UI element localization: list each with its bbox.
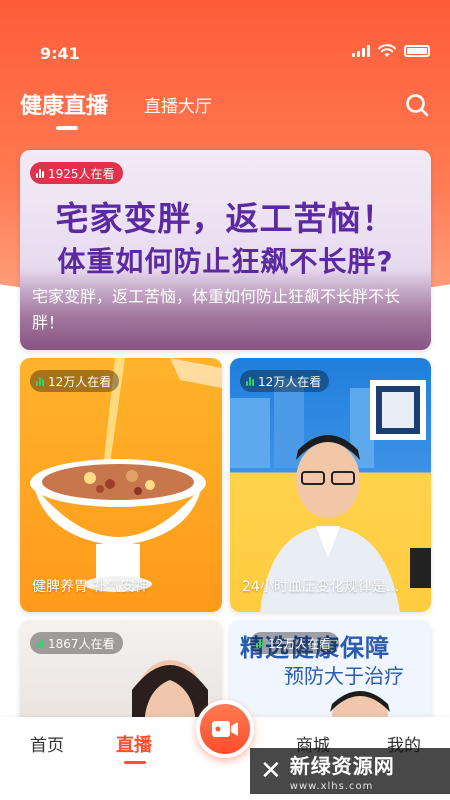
viewer-badge: 12万人在看 (250, 632, 340, 654)
nav-live[interactable]: 直播 (116, 731, 152, 764)
watermark: ✕ 新绿资源网 www.xlhs.com (250, 748, 450, 794)
viewer-badge: 1925人在看 (30, 162, 123, 184)
wifi-icon (378, 44, 396, 57)
bar-chart-icon (256, 638, 264, 648)
featured-caption: 宅家变胖，返工苦恼，体重如何防止狂飙不长胖不长胖！ (32, 287, 401, 332)
tab-live-hall[interactable]: 直播大厅 (144, 92, 212, 120)
doctor-image (230, 378, 431, 612)
live-card-4[interactable]: 精选健康保障 预防大于治疗 12万人在看 (230, 620, 431, 730)
watermark-main: 新绿资源网 (289, 754, 395, 778)
watermark-sub: www.xlhs.com (289, 781, 374, 792)
viewer-count: 12万人在看 (268, 636, 332, 651)
viewer-badge: 1867人在看 (30, 632, 123, 654)
viewer-count: 1925人在看 (48, 166, 115, 181)
bar-chart-icon (36, 638, 44, 648)
status-time: 9:41 (40, 44, 80, 63)
bar-chart-icon (36, 376, 44, 386)
tab-health-live[interactable]: 健康直播 (20, 88, 108, 130)
bar-chart-icon (246, 376, 254, 386)
live-card-2[interactable]: 12万人在看 24小时血压变化规律是... (230, 358, 431, 612)
viewer-badge: 12万人在看 (240, 370, 330, 392)
top-tabs: 健康直播 直播大厅 (20, 88, 212, 130)
viewer-badge: 12万人在看 (30, 370, 120, 392)
watermark-logo-icon: ✕ (260, 756, 282, 786)
featured-live-card[interactable]: 宅家变胖，返工苦恼！ 体重如何防止狂飙不长胖? 宅家变胖，返工苦恼，体重如何防止… (20, 150, 431, 350)
card-title: 24小时血压变化规律是... (242, 579, 400, 595)
viewer-count: 12万人在看 (258, 374, 322, 389)
viewer-count: 1867人在看 (48, 636, 115, 651)
nav-home[interactable]: 首页 (30, 731, 64, 756)
viewer-count: 12万人在看 (48, 374, 112, 389)
search-icon[interactable] (404, 92, 430, 118)
soup-bowl-image (30, 358, 222, 592)
live-card-1[interactable]: 12万人在看 健脾养胃 补气安神 (20, 358, 222, 612)
start-live-button[interactable] (196, 700, 254, 758)
live-card-3[interactable]: 1867人在看 (20, 620, 222, 730)
battery-icon (404, 45, 430, 57)
card-title: 健脾养胃 补气安神 (32, 579, 149, 595)
bar-chart-icon (36, 168, 44, 178)
video-camera-icon (212, 721, 238, 737)
featured-headline-line1: 宅家变胖，返工苦恼！ (55, 199, 396, 238)
status-icons (352, 44, 430, 58)
signal-icon (352, 45, 370, 57)
app-root: 9:41 健康直播 直播大厅 宅家变胖，返工苦恼！ 体重如何防止狂飙不长胖? 宅… (0, 0, 450, 800)
